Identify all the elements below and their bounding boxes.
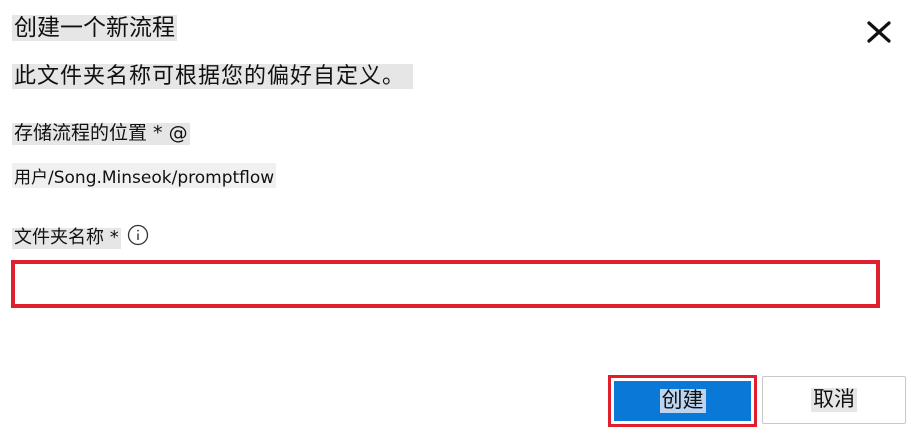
location-label: 存储流程的位置 * @ xyxy=(12,122,190,145)
location-path: 用户/Song.Minseok/promptflow xyxy=(12,163,277,188)
folder-name-input[interactable] xyxy=(11,260,880,308)
dialog-subtitle: 此文件夹名称可根据您的偏好自定义。 xyxy=(12,64,414,90)
cancel-button[interactable]: 取消 xyxy=(762,376,906,424)
info-icon[interactable] xyxy=(127,224,149,246)
dialog-title: 创建一个新流程 xyxy=(12,15,177,42)
close-icon xyxy=(867,21,891,43)
cancel-button-label: 取消 xyxy=(811,387,857,412)
create-button-fill: 创建 xyxy=(614,381,751,421)
folder-name-label: 文件夹名称 * xyxy=(12,227,121,249)
create-button[interactable]: 创建 xyxy=(608,375,757,427)
folder-name-label-row: 文件夹名称 * xyxy=(12,225,149,249)
close-button[interactable] xyxy=(865,19,893,45)
create-button-label: 创建 xyxy=(659,388,706,413)
